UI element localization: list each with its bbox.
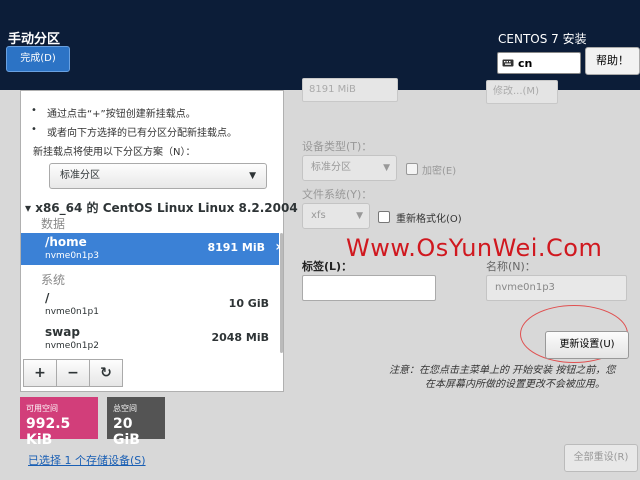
os-heading-label: x86_64 的 CentOS Linux Linux 8.2.2004 (35, 201, 298, 215)
encrypt-checkbox[interactable] (406, 163, 418, 175)
mount-row-swap[interactable]: swap nvme0n1p2 2048 MiB (21, 323, 279, 355)
device-type-label: 设备类型(T)： (302, 140, 373, 153)
mount-row-root[interactable]: / nvme0n1p1 10 GiB (21, 289, 279, 321)
os-tree-heading[interactable]: ▾ x86_64 的 CentOS Linux Linux 8.2.2004 (25, 199, 298, 216)
device-label: nvme0n1p3 (45, 251, 99, 261)
remove-mount-button[interactable]: − (56, 359, 90, 387)
hint-create: 通过点击“+”按钮创建新挂载点。 (47, 109, 196, 120)
chevron-down-icon: ▼ (383, 163, 390, 173)
device-label: nvme0n1p1 (45, 307, 99, 317)
chevron-down-icon: ▼ (356, 211, 363, 221)
tag-label: 标签(L)： (302, 260, 353, 273)
size-label: 8191 MiB (207, 241, 265, 254)
reset-all-button[interactable]: 全部重设(R) (564, 444, 638, 472)
encrypt-label: 加密(E) (422, 166, 457, 177)
filesystem-label: 文件系统(Y)： (302, 188, 373, 201)
scheme-prompt: 新挂载点将使用以下分区方案（N）： (33, 147, 196, 158)
available-space-value: 992.5 KiB (26, 416, 71, 448)
mount-point-label: / (45, 291, 50, 305)
modify-button[interactable]: 修改...(M) (486, 80, 558, 104)
filesystem-combo[interactable]: xfs ▼ (302, 203, 370, 229)
page-title: 手动分区 (8, 32, 61, 47)
partition-scheme-value: 标准分区 (60, 170, 100, 181)
mount-point-label: swap (45, 325, 80, 339)
tag-input[interactable] (302, 275, 436, 301)
reformat-label: 重新格式化(O) (396, 214, 462, 225)
update-settings-button[interactable]: 更新设置(U) (545, 331, 629, 359)
available-space-label: 可用空间 (26, 404, 58, 413)
available-space-box: 可用空间 992.5 KiB (20, 397, 98, 448)
device-type-combo[interactable]: 标准分区 ▼ (302, 155, 397, 181)
keyboard-layout-label: cn (518, 56, 533, 70)
note-line-1: 注意：在您点击主菜单上的 开始安装 按钮之前，您 (389, 365, 616, 376)
mount-point-label: /home (45, 235, 87, 249)
total-space-box: 总空间 20 GiB (107, 397, 165, 448)
chevron-down-icon: ▼ (249, 171, 256, 181)
size-label: 2048 MiB (211, 331, 269, 344)
partition-scheme-dropdown[interactable]: 标准分区 ▼ (49, 163, 267, 189)
expander-icon: ▾ (25, 201, 32, 215)
group-label-system: 系统 (41, 273, 66, 287)
add-mount-button[interactable]: + (23, 359, 57, 387)
mount-point-panel: • 通过点击“+”按钮创建新挂载点。 • 或者向下方选择的已有分区分配新挂载点。… (20, 90, 298, 392)
keyboard-layout-indicator[interactable]: cn (497, 52, 581, 74)
hint-assign: 或者向下方选择的已有分区分配新挂载点。 (47, 128, 237, 139)
note-line-2: 在本屏幕内所做的设置更改不会被应用。 (425, 379, 605, 390)
storage-devices-link[interactable]: 已选择 1 个存储设备(S) (28, 452, 146, 468)
bullet-icon: • (31, 124, 37, 135)
watermark-text: Www.OsYunWei.Com (346, 234, 603, 262)
bullet-icon: • (31, 105, 37, 116)
reformat-checkbox[interactable] (378, 211, 390, 223)
device-type-value: 标准分区 (311, 162, 351, 173)
group-label-data: 数据 (41, 217, 66, 231)
keyboard-icon (502, 57, 514, 70)
capacity-field[interactable]: 8191 MiB (302, 78, 398, 102)
mount-row-home[interactable]: /home nvme0n1p3 8191 MiB › (21, 233, 281, 265)
total-space-value: 20 GiB (113, 416, 140, 448)
mount-list-scrollbar[interactable] (280, 233, 283, 353)
product-title: CENTOS 7 安装 (498, 32, 587, 46)
mount-toolbar: + − ↻ (23, 359, 123, 389)
total-space-label: 总空间 (113, 404, 137, 413)
done-button[interactable]: 完成(D) (6, 46, 70, 72)
header-bar: 手动分区 完成(D) CENTOS 7 安装 cn 帮助！ (0, 0, 640, 90)
filesystem-value: xfs (311, 210, 326, 221)
apply-note: 注意：在您点击主菜单上的 开始安装 按钮之前，您 在本屏幕内所做的设置更改不会被… (389, 364, 633, 392)
name-input[interactable]: nvme0n1p3 (486, 275, 627, 301)
size-label: 10 GiB (228, 297, 269, 310)
refresh-button[interactable]: ↻ (89, 359, 123, 387)
device-label: nvme0n1p2 (45, 341, 99, 351)
help-button[interactable]: 帮助！ (585, 47, 640, 75)
